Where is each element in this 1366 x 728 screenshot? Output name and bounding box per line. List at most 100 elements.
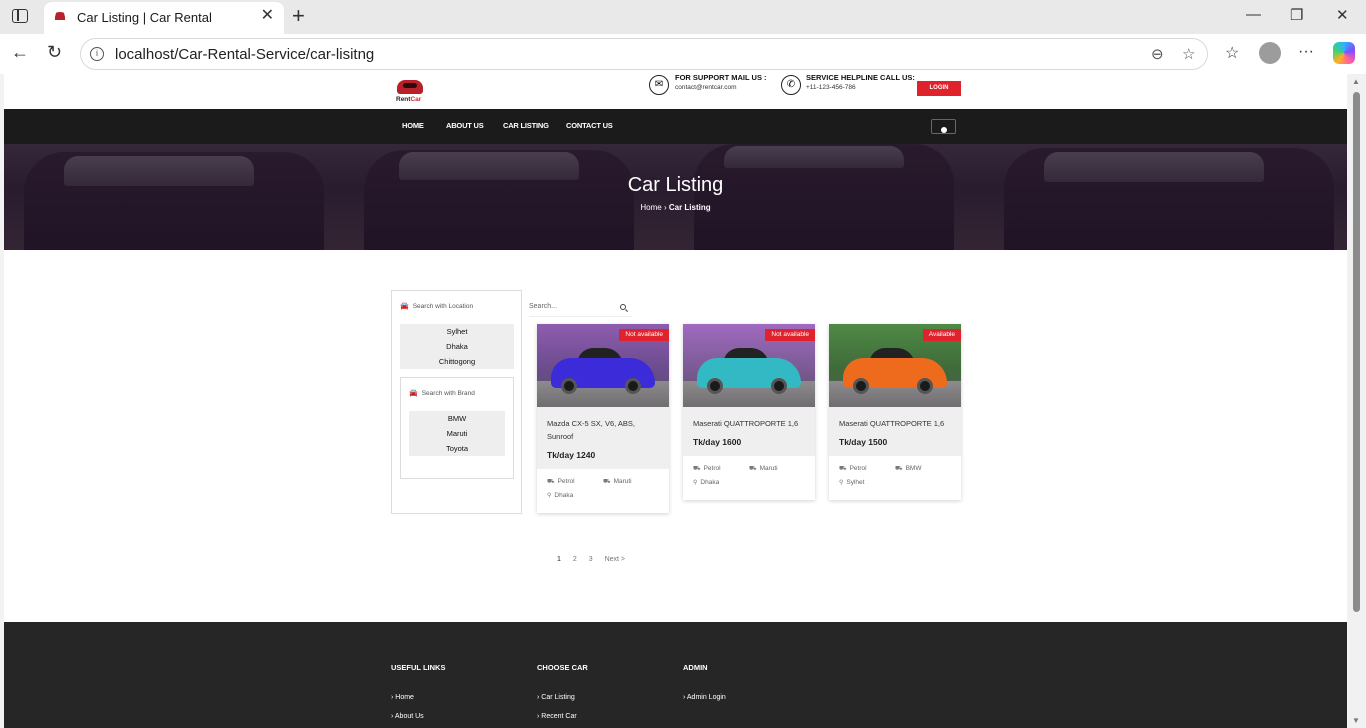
site-logo[interactable]: RentCar <box>395 78 425 106</box>
hero-banner: Car Listing Home › Car Listing <box>4 144 1347 250</box>
zoom-icon[interactable]: ⊖ <box>1151 45 1164 63</box>
car-fuel: Petrol <box>703 465 721 472</box>
browser-toolbar: ← ↻ i localhost/Car-Rental-Service/car-l… <box>0 34 1366 74</box>
profile-avatar-icon[interactable] <box>1259 42 1281 64</box>
nav-car-listing[interactable]: CAR LISTING <box>503 121 549 130</box>
footer-link-about-us[interactable]: About Us <box>391 713 424 720</box>
brand-option[interactable]: BMW <box>409 411 505 426</box>
brand-option[interactable]: Toyota <box>409 441 505 456</box>
minimize-icon[interactable]: — <box>1246 6 1261 23</box>
footer-link-admin-login[interactable]: Admin Login <box>683 694 726 701</box>
car-price: Tk/day 1600 <box>693 437 742 447</box>
tab-title: Car Listing | Car Rental <box>77 10 212 25</box>
car-location: Dhaka <box>554 492 574 499</box>
footer-link-home[interactable]: Home <box>391 694 414 701</box>
scroll-thumb[interactable] <box>1353 92 1360 612</box>
car-price: Tk/day 1240 <box>547 450 596 460</box>
car-card[interactable]: Not available Mazda CX-5 SX, V6, ABS, Su… <box>537 324 669 513</box>
scroll-down-icon[interactable]: ▼ <box>1352 716 1360 725</box>
car-image[interactable]: Not available <box>683 324 815 407</box>
page-scrollbar[interactable]: ▲ ▼ <box>1348 74 1366 728</box>
address-bar[interactable]: i localhost/Car-Rental-Service/car-lisit… <box>80 38 1208 70</box>
location-option[interactable]: Chittogong <box>400 354 514 369</box>
page-title: Car Listing <box>627 174 724 196</box>
location-pin-icon: ⚲ <box>547 493 552 499</box>
restore-icon[interactable]: ❐ <box>1290 6 1303 24</box>
car-favicon-icon <box>55 12 65 20</box>
footer-link-recent-car[interactable]: Recent Car <box>537 713 576 720</box>
page-link[interactable]: 1 <box>557 556 561 563</box>
car-card[interactable]: Not available Maserati QUATTROPORTE 1,6 … <box>683 324 815 500</box>
location-pin-icon: ⚲ <box>693 480 698 486</box>
location-option[interactable]: Dhaka <box>400 339 514 354</box>
nav-contact-us[interactable]: CONTACT US <box>566 121 613 130</box>
browser-tab[interactable]: Car Listing | Car Rental ✕ <box>44 2 284 34</box>
address-url[interactable]: localhost/Car-Rental-Service/car-lisitng <box>115 46 374 63</box>
car-location: Sylhet <box>846 479 865 486</box>
reload-icon[interactable]: ↻ <box>47 42 62 63</box>
status-badge: Not available <box>765 329 815 341</box>
site-footer: USEFUL LINKS Home About Us CHOOSE CAR Ca… <box>4 622 1347 728</box>
new-tab-icon[interactable]: + <box>292 3 305 29</box>
choose-car-title: CHOOSE CAR <box>537 663 588 672</box>
location-option[interactable]: Sylhet <box>400 324 514 339</box>
car-name[interactable]: Mazda CX-5 SX, V6, ABS, Sunroof <box>547 417 661 443</box>
page-link[interactable]: 3 <box>589 556 593 563</box>
fuel-car-icon: ⛟ <box>547 479 555 485</box>
admin-title: ADMIN <box>683 663 708 672</box>
helpline-title: SERVICE HELPLINE CALL US: <box>806 74 915 82</box>
more-menu-icon[interactable]: ··· <box>1298 43 1314 61</box>
car-brand: BMW <box>905 465 922 472</box>
footer-link-car-listing[interactable]: Car Listing <box>537 694 574 701</box>
copilot-icon[interactable] <box>1333 42 1355 64</box>
location-filter-title: Search with Location <box>412 303 474 310</box>
user-icon <box>940 127 947 133</box>
breadcrumb-separator-icon: › <box>663 203 667 212</box>
car-location: Dhaka <box>700 479 720 486</box>
tab-actions-icon[interactable] <box>12 9 28 23</box>
car-fuel: Petrol <box>849 465 867 472</box>
pagination: 1 2 3 Next > <box>557 556 635 563</box>
car-name[interactable]: Maserati QUATTROPORTE 1,6 <box>693 417 807 430</box>
car-card[interactable]: Available Maserati QUATTROPORTE 1,6 Tk/d… <box>829 324 961 500</box>
car-image[interactable]: Not available <box>537 324 669 407</box>
tab-close-icon[interactable]: ✕ <box>261 8 274 24</box>
page-link[interactable]: 2 <box>573 556 577 563</box>
favorites-icon[interactable]: ☆ <box>1225 43 1239 63</box>
site-info-icon[interactable]: i <box>90 47 104 61</box>
user-menu-button[interactable] <box>931 119 956 134</box>
search-input[interactable]: Search... <box>529 299 632 317</box>
fuel-car-icon: ⛟ <box>693 466 701 472</box>
back-icon[interactable]: ← <box>11 42 29 63</box>
brand-option[interactable]: Maruti <box>409 426 505 441</box>
phone-icon: ✆ <box>781 75 801 95</box>
car-logo-icon <box>397 80 423 94</box>
car-name[interactable]: Maserati QUATTROPORTE 1,6 <box>839 417 953 430</box>
logo-prefix: Rent <box>396 96 411 103</box>
brand-filter-title: Search with Brand <box>421 390 475 397</box>
breadcrumb-home[interactable]: Home <box>640 203 661 212</box>
status-badge: Not available <box>619 329 669 341</box>
car-brand: Maruti <box>759 465 778 472</box>
brand-car-icon: ⛟ <box>895 466 903 472</box>
site-top-header: RentCar ✉ FOR SUPPORT MAIL US : contact@… <box>4 74 1347 109</box>
search-placeholder: Search... <box>529 303 558 310</box>
page-viewport: RentCar ✉ FOR SUPPORT MAIL US : contact@… <box>4 74 1347 728</box>
breadcrumb-current: Car Listing <box>668 203 711 212</box>
search-icon[interactable] <box>620 304 626 310</box>
next-page-link[interactable]: Next > <box>605 556 625 563</box>
brand-list: BMW Maruti Toyota <box>409 411 505 456</box>
browser-tab-bar: Car Listing | Car Rental ✕ + — ❐ ✕ <box>0 0 1366 34</box>
favorite-star-icon[interactable]: ☆ <box>1182 45 1195 63</box>
helpline-number: +11-123-456-786 <box>806 84 856 91</box>
nav-home[interactable]: HOME <box>402 121 424 130</box>
car-image[interactable]: Available <box>829 324 961 407</box>
useful-links-title: USEFUL LINKS <box>391 663 446 672</box>
fuel-car-icon: ⛟ <box>839 466 847 472</box>
nav-about-us[interactable]: ABOUT US <box>446 121 484 130</box>
filter-sidebar: 🚘 Search with Location Sylhet Dhaka Chitt… <box>391 290 522 514</box>
status-badge: Available <box>922 329 961 341</box>
window-close-icon[interactable]: ✕ <box>1336 6 1349 24</box>
login-button[interactable]: LOGIN <box>917 81 961 96</box>
scroll-up-icon[interactable]: ▲ <box>1352 77 1360 86</box>
